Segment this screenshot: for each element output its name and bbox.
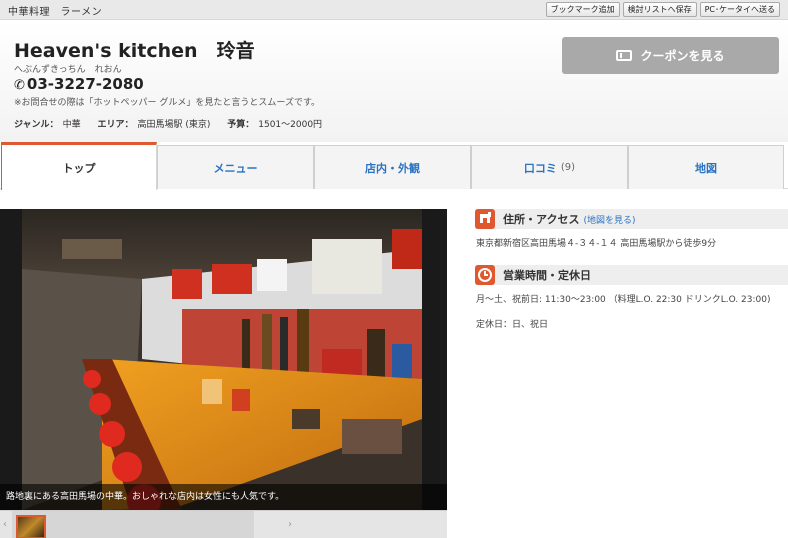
restaurant-interior-image (22, 209, 422, 510)
access-text: 東京都新宿区高田馬場４-３４-１４ 高田馬場駅から徒歩9分 (476, 239, 717, 249)
thumbnail-strip: ‹ › (0, 510, 447, 538)
prev-arrow-icon[interactable]: ‹ (3, 519, 7, 530)
phone-note: ※お問合せの際は「ホットペッパー グルメ」を見たと言うとスムーズです。 (14, 98, 321, 108)
phone-icon: ✆ (14, 78, 25, 93)
hours-title: 営業時間・定休日 (503, 269, 591, 282)
hours-header: 営業時間・定休日 (475, 265, 788, 285)
tab-interior-label: 店内・外観 (365, 161, 420, 175)
access-section: 住所・アクセス (地図を見る) 東京都新宿区高田馬場４-３４-１４ 高田馬場駅か… (475, 209, 788, 252)
photo-viewer: 路地裏にある高田馬場の中華。おしゃれな店内は女性にも人気です。 (0, 209, 447, 510)
tab-reviews[interactable]: 口コミ (9) (471, 145, 628, 189)
genre-label: ジャンル： (14, 120, 59, 130)
budget-label: 予算： (227, 120, 255, 130)
phone-number-text: 03-3227-2080 (26, 75, 144, 93)
tab-top-label: トップ (62, 161, 96, 175)
area-label: エリア： (97, 120, 134, 130)
send-to-phone-button[interactable]: PC･ケータイへ送る (699, 2, 780, 17)
shop-header: Heaven's kitchen 玲音 へぶんずきっちん れおん ✆ 03-322… (0, 20, 788, 142)
bookmark-button[interactable]: ブックマーク追加 (545, 2, 620, 17)
coupon-label: クーポンを見る (640, 49, 725, 63)
tab-interior[interactable]: 店内・外観 (314, 145, 471, 189)
map-link[interactable]: (地図を見る) (583, 213, 635, 226)
save-to-list-button[interactable]: 検討リストへ保存 (622, 2, 697, 17)
tab-top[interactable]: トップ (1, 142, 157, 190)
next-arrow-icon[interactable]: › (288, 519, 292, 530)
thumbnail-1[interactable] (16, 515, 46, 538)
location-icon (475, 209, 495, 229)
shop-kana: へぶんずきっちん れおん (14, 65, 122, 75)
genre-value: 中華 (62, 120, 81, 130)
tab-map-label: 地図 (695, 161, 717, 175)
tab-menu-label: メニュー (213, 161, 258, 175)
phone-number[interactable]: ✆ 03-3227-2080 (14, 75, 144, 93)
top-actions: ブックマーク追加 検討リストへ保存 PC･ケータイへ送る (545, 2, 780, 17)
area-value: 高田馬場駅 (東京) (137, 120, 211, 130)
restaurant-photo[interactable] (22, 209, 422, 510)
top-bar: 中華料理 ラーメン ブックマーク追加 検討リストへ保存 PC･ケータイへ送る (0, 0, 788, 20)
tab-map[interactable]: 地図 (628, 145, 784, 189)
tab-menu[interactable]: メニュー (157, 145, 314, 189)
thumbnail-track (12, 511, 254, 538)
closed-days: 定休日：日、祝日 (476, 320, 549, 330)
budget-value: 1501～2000円 (258, 120, 323, 130)
clock-icon (475, 265, 495, 285)
coupon-icon (616, 50, 633, 61)
tab-reviews-label: 口コミ (523, 161, 557, 175)
tab-bar: トップ メニュー 店内・外観 口コミ (9) 地図 (0, 142, 788, 190)
access-title: 住所・アクセス (503, 213, 580, 226)
coupon-button[interactable]: クーポンを見る (562, 37, 779, 74)
hours-section: 営業時間・定休日 月～土、祝前日: 11:30～23:00 （料理L.O. 22… (475, 265, 788, 333)
genre-breadcrumb: 中華料理 ラーメン (8, 7, 103, 18)
photo-caption: 路地裏にある高田馬場の中華。おしゃれな店内は女性にも人気です。 (0, 484, 447, 510)
shop-name: Heaven's kitchen 玲音 (14, 40, 255, 62)
access-header: 住所・アクセス (地図を見る) (475, 209, 788, 229)
hours-text: 月～土、祝前日: 11:30～23:00 （料理L.O. 22:30 ドリンクL… (476, 295, 771, 305)
tab-reviews-count: (9) (560, 162, 576, 173)
shop-meta: ジャンル： 中華 エリア： 高田馬場駅 (東京) 予算： 1501～2000円 (14, 117, 336, 130)
